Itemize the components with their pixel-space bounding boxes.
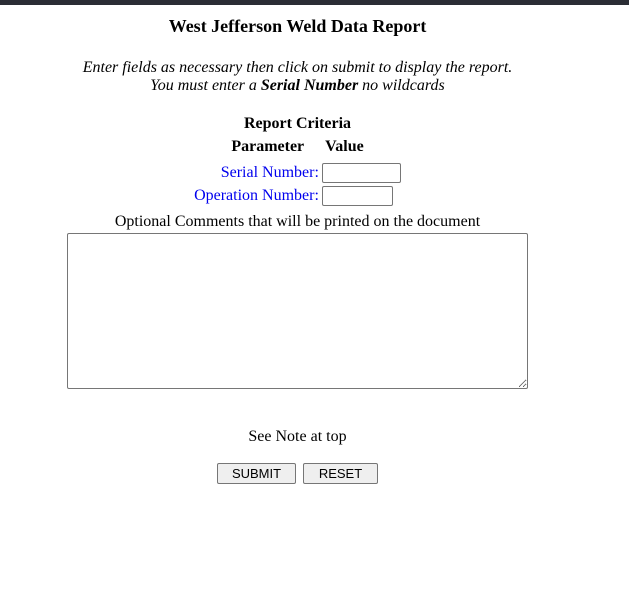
criteria-table: Serial Number: Operation Number: (191, 160, 404, 209)
criteria-column-headers: Parameter Value (0, 137, 595, 158)
reset-button[interactable]: RESET (303, 463, 378, 484)
table-row-operation-number: Operation Number: (194, 186, 401, 206)
instructions-text: Enter fields as necessary then click on … (0, 59, 595, 96)
comments-textarea[interactable] (67, 233, 528, 389)
serial-number-emphasis: Serial Number (261, 77, 358, 94)
report-form: West Jefferson Weld Data Report Enter fi… (0, 16, 595, 484)
see-note-text: See Note at top (0, 427, 595, 446)
button-row: SUBMIT RESET (0, 463, 595, 484)
submit-button[interactable]: SUBMIT (217, 463, 296, 484)
column-header-parameter: Parameter (231, 138, 304, 155)
operation-number-label: Operation Number: (194, 186, 319, 206)
column-header-value: Value (325, 138, 364, 155)
serial-number-label: Serial Number: (194, 163, 319, 183)
table-row-serial-number: Serial Number: (194, 163, 401, 183)
instructions-line1: Enter fields as necessary then click on … (83, 59, 513, 76)
serial-number-input[interactable] (322, 163, 401, 183)
page-title: West Jefferson Weld Data Report (0, 16, 595, 38)
instructions-line2: You must enter a Serial Number no wildca… (150, 77, 444, 94)
window-top-bar (0, 0, 629, 5)
comments-label: Optional Comments that will be printed o… (0, 212, 595, 231)
criteria-heading: Report Criteria (0, 114, 595, 135)
operation-number-input[interactable] (322, 186, 393, 206)
